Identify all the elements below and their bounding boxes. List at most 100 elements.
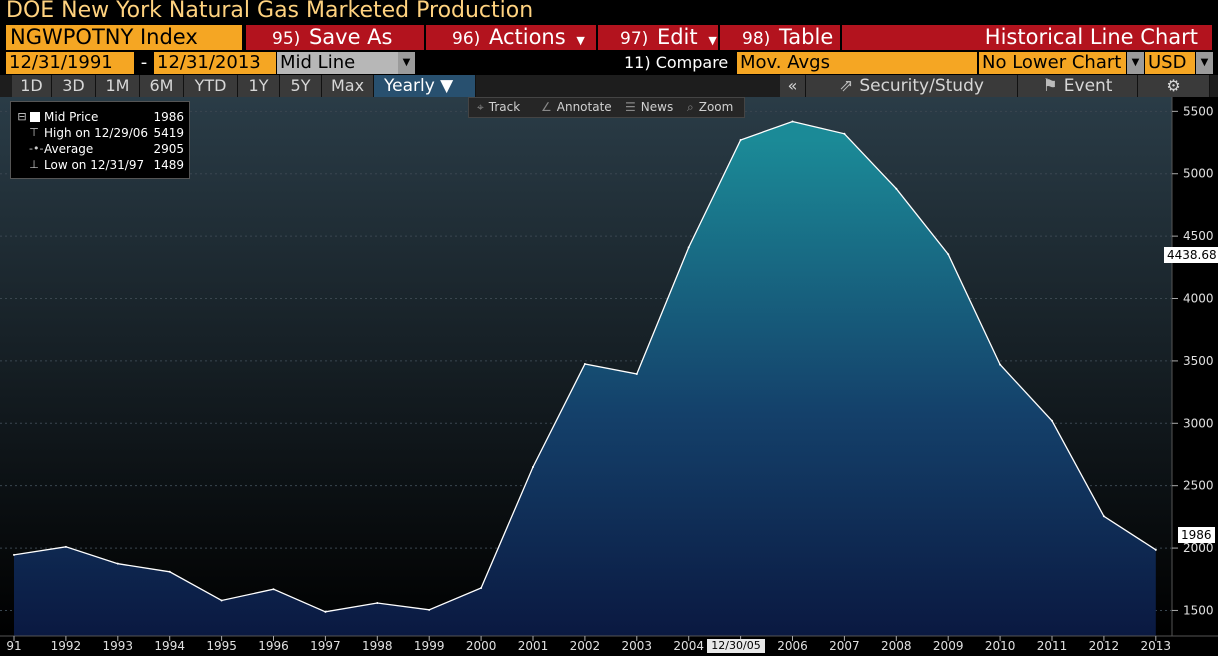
collapse-icon[interactable]: ⊟ (17, 109, 27, 125)
table-button[interactable]: 98) Table (720, 25, 840, 50)
series-point (947, 253, 950, 256)
ticker-field[interactable]: NGWPOTNY Index (6, 25, 242, 50)
y-tick-label: 5500 (1183, 104, 1214, 118)
legend-label: Mid Price (44, 110, 99, 124)
chart-legend[interactable]: ⊟ Mid Price 1986 ⊤ High on 12/29/06 5419… (10, 101, 190, 179)
series-point (324, 610, 327, 613)
track-tool[interactable]: ⌖ Track (477, 98, 520, 117)
actions-button[interactable]: 96) Actions ▼ (426, 25, 596, 50)
news-label: News (640, 100, 674, 114)
series-point (480, 586, 483, 589)
period-tab-6m[interactable]: 6M (140, 75, 184, 97)
annotate-tool[interactable]: ∠ Annotate (541, 98, 612, 117)
track-label: Track (488, 100, 521, 114)
series-swatch (30, 112, 40, 122)
currency-select[interactable]: USD (1145, 52, 1195, 74)
collapse-button[interactable]: « (780, 75, 806, 97)
x-tick-label: 2012 (1089, 639, 1120, 653)
series-point (116, 562, 119, 565)
period-tab-ytd[interactable]: YTD (184, 75, 238, 97)
x-tick-label: 1998 (362, 639, 393, 653)
period-tab-5y[interactable]: 5Y (280, 75, 322, 97)
crosshair-price-tag: 4438.68 (1164, 247, 1218, 263)
line-chart[interactable]: 1500 2000 2500 3000 3500 4000 4500 5000 5500 91 1… (0, 97, 1218, 656)
period-tab-3d[interactable]: 3D (52, 75, 96, 97)
series-point (428, 608, 431, 611)
x-tick-label: 2011 (1037, 639, 1068, 653)
last-price-tag: 1986 (1178, 527, 1215, 543)
save-as-button[interactable]: 95) Save As (246, 25, 424, 50)
x-tick-label: 2006 (777, 639, 808, 653)
series-point (1102, 515, 1105, 518)
x-tick-label: 1992 (51, 639, 82, 653)
series-point (1051, 419, 1053, 422)
series-point (843, 132, 846, 135)
actions-label: Actions (488, 25, 566, 49)
x-tick-label: 1993 (103, 639, 134, 653)
period-tab-max[interactable]: Max (322, 75, 374, 97)
view-title: Historical Line Chart (842, 25, 1212, 50)
y-tick-label: 4500 (1183, 229, 1214, 243)
x-tick-label: 2010 (985, 639, 1016, 653)
edit-button[interactable]: 97) Edit ▼ (598, 25, 718, 50)
y-tick-label: 3500 (1183, 354, 1214, 368)
chevron-down-icon[interactable]: ▼ (398, 52, 415, 74)
y-tick-label: 3000 (1183, 416, 1214, 430)
x-tick-label: 2008 (881, 639, 912, 653)
lower-chart-select[interactable]: No Lower Chart (979, 52, 1126, 74)
crosshair-icon: ⌖ (477, 100, 484, 114)
x-tick-label: 1999 (414, 639, 445, 653)
low-marker-icon: ⊥ (29, 158, 39, 171)
legend-label: Average (44, 142, 94, 156)
title-bar: DOE New York Natural Gas Marketed Produc… (0, 0, 1218, 25)
chart-toolbar: ⌖ Track ∠ Annotate ☰ News ⌕ Zoom (468, 97, 745, 118)
zoom-label: Zoom (698, 100, 734, 114)
legend-row-average: -•- Average 2905 (11, 141, 189, 157)
series-point (1154, 548, 1157, 551)
news-tool[interactable]: ☰ News (625, 98, 673, 117)
period-tab-1m[interactable]: 1M (96, 75, 140, 97)
flag-icon: ⚑ (1042, 76, 1058, 96)
legend-value: 1986 (153, 110, 184, 124)
gear-icon: ⚙ (1166, 76, 1181, 95)
series-point (999, 363, 1002, 366)
legend-row-low: ⊥ Low on 12/31/97 1489 (11, 157, 189, 173)
series-point (739, 139, 742, 142)
legend-row-mid-price: ⊟ Mid Price 1986 (11, 109, 189, 125)
settings-button[interactable]: ⚙ (1138, 75, 1210, 97)
mov-avgs-field[interactable]: Mov. Avgs (737, 52, 977, 74)
x-tick-label: 2002 (570, 639, 601, 653)
period-tab-1d[interactable]: 1D (12, 75, 52, 97)
page-title: DOE New York Natural Gas Marketed Produc… (6, 0, 534, 23)
edit-label: Edit (656, 25, 698, 49)
zoom-tool[interactable]: ⌕ Zoom (687, 98, 733, 117)
magnifier-icon: ⌕ (687, 100, 694, 114)
series-point (376, 601, 379, 604)
y-tick-label: 5000 (1183, 167, 1214, 181)
y-tick-label: 1500 (1183, 603, 1214, 617)
price-field-select[interactable]: Mid Line (277, 52, 398, 74)
chevron-down-icon[interactable]: ▼ (1127, 52, 1144, 74)
series-point (791, 120, 794, 123)
x-tick-label: 1995 (206, 639, 237, 653)
period-tab-1y[interactable]: 1Y (238, 75, 280, 97)
actions-number: 96) (452, 29, 481, 49)
frequency-select[interactable]: Yearly ▼ (374, 75, 476, 97)
annotate-label: Annotate (556, 100, 612, 114)
event-button[interactable]: ⚑ Event (1018, 75, 1138, 97)
x-tick-label: 2003 (622, 639, 653, 653)
chevron-down-icon: ▼ (576, 34, 585, 47)
series-point (687, 246, 690, 249)
legend-value: 1489 (153, 158, 184, 172)
pencil-icon: ∠ (541, 100, 552, 114)
y-tick-label: 2000 (1183, 541, 1214, 555)
x-tick-label: 91 (6, 639, 21, 653)
high-marker-icon: ⊤ (29, 126, 39, 139)
security-study-button[interactable]: ⇗ Security/Study (806, 75, 1018, 97)
start-date-field[interactable]: 12/31/1991 (6, 52, 134, 74)
x-tick-label: 2009 (933, 639, 964, 653)
compare-button[interactable]: 11) Compare (624, 52, 728, 74)
chevron-down-icon[interactable]: ▼ (1196, 52, 1213, 74)
x-axis-ticks: 91 1992 1993 1994 1995 1996 1997 1998 1999 2000 20… (6, 636, 1171, 653)
end-date-field[interactable]: 12/31/2013 (154, 52, 276, 74)
